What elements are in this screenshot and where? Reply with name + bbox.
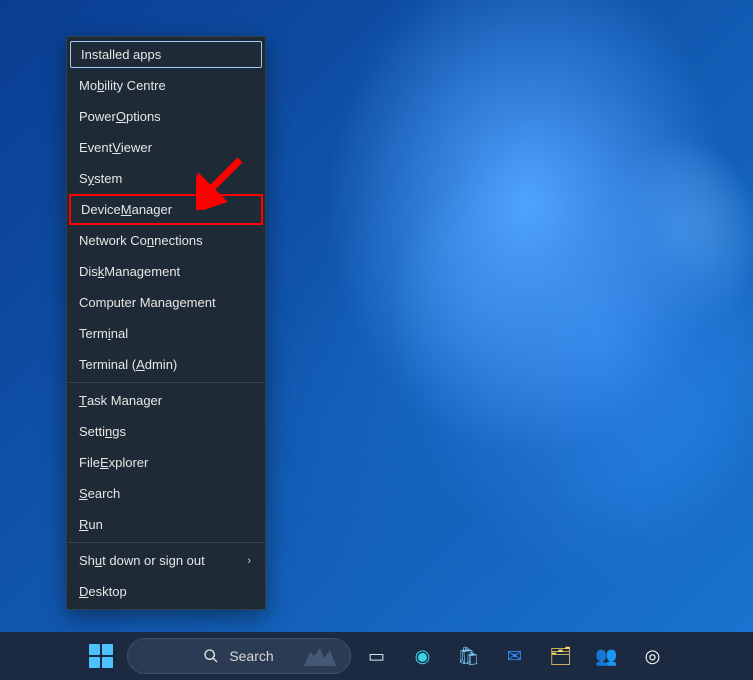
menu-item-device-manager[interactable]: Device Manager — [69, 194, 263, 225]
edge-icon: ◉ — [411, 644, 435, 668]
menu-item-accelerator: T — [79, 393, 87, 408]
menu-item-label-post: ement — [179, 295, 215, 310]
taskbar-icon-chrome[interactable]: ◎ — [633, 636, 673, 676]
menu-item-label-post: xplorer — [109, 455, 149, 470]
menu-item-label-post: esktop — [88, 584, 126, 599]
menu-item-accelerator: R — [79, 517, 88, 532]
taskbar-icon-teams[interactable]: 👥 — [587, 636, 627, 676]
menu-item-label-post: gs — [112, 424, 126, 439]
chevron-right-icon: › — [247, 555, 251, 567]
taskbar-search[interactable]: Search — [127, 638, 351, 674]
taskbar-icon-task-view[interactable]: ▭ — [357, 636, 397, 676]
taskbar-icon-outlook[interactable]: ✉ — [495, 636, 535, 676]
winx-context-menu: Installed appsMobility CentrePower Optio… — [66, 36, 266, 610]
menu-item-label-pre: Computer Mana — [79, 295, 172, 310]
menu-item-label-post: anager — [132, 202, 172, 217]
menu-item-label-post: un — [88, 517, 102, 532]
menu-item-accelerator: V — [112, 140, 121, 155]
menu-item-label-pre: Terminal ( — [79, 357, 136, 372]
microsoft-store-icon: 🛍 — [457, 644, 481, 668]
menu-item-label-post: Management — [104, 264, 180, 279]
menu-item-label-post: earch — [88, 486, 121, 501]
menu-divider — [69, 542, 263, 543]
menu-item-file-explorer[interactable]: File Explorer — [69, 447, 263, 478]
menu-item-label-pre: File — [79, 455, 100, 470]
menu-item-accelerator: n — [147, 233, 154, 248]
menu-divider — [69, 382, 263, 383]
menu-item-accelerator: S — [79, 486, 88, 501]
menu-item-event-viewer[interactable]: Event Viewer — [69, 132, 263, 163]
file-explorer-icon: 🗂 — [549, 644, 573, 668]
menu-item-accelerator: A — [136, 357, 145, 372]
menu-item-accelerator: M — [121, 202, 132, 217]
menu-item-accelerator: n — [105, 424, 112, 439]
menu-item-accelerator: u — [95, 553, 102, 568]
search-highlight-icon — [300, 642, 340, 670]
taskbar-icon-file-explorer[interactable]: 🗂 — [541, 636, 581, 676]
menu-item-settings[interactable]: Settings — [69, 416, 263, 447]
menu-item-label-post: Installed apps — [81, 47, 161, 62]
menu-item-search[interactable]: Search — [69, 478, 263, 509]
menu-item-label-post: iewer — [121, 140, 152, 155]
windows-logo-icon — [89, 644, 113, 668]
menu-item-label-post: ility Centre — [104, 78, 165, 93]
taskbar: Search ▭ ◉ 🛍 ✉ 🗂 👥 ◎ — [0, 632, 753, 680]
menu-item-label-pre: Event — [79, 140, 112, 155]
taskbar-icon-store[interactable]: 🛍 — [449, 636, 489, 676]
menu-item-label-post: t down or sign out — [102, 553, 205, 568]
menu-item-desktop[interactable]: Desktop — [69, 576, 263, 607]
menu-item-label-pre: Dis — [79, 264, 98, 279]
menu-item-network-connections[interactable]: Network Connections — [69, 225, 263, 256]
menu-item-label-pre: Term — [79, 326, 108, 341]
menu-item-installed-apps[interactable]: Installed apps — [70, 41, 262, 68]
menu-item-task-manager[interactable]: Task Manager — [69, 385, 263, 416]
menu-item-system[interactable]: System — [69, 163, 263, 194]
menu-item-label-post: stem — [94, 171, 122, 186]
menu-item-label-post: ptions — [126, 109, 161, 124]
menu-item-accelerator: b — [97, 78, 104, 93]
menu-item-mobility-centre[interactable]: Mobility Centre — [69, 70, 263, 101]
task-view-icon: ▭ — [365, 644, 389, 668]
menu-item-label-pre: Sh — [79, 553, 95, 568]
menu-item-computer-management[interactable]: Computer Management — [69, 287, 263, 318]
menu-item-run[interactable]: Run — [69, 509, 263, 540]
taskbar-search-placeholder: Search — [229, 648, 273, 664]
teams-icon: 👥 — [595, 644, 619, 668]
menu-item-power-options[interactable]: Power Options — [69, 101, 263, 132]
outlook-icon: ✉ — [503, 644, 527, 668]
menu-item-label-pre: Device — [81, 202, 121, 217]
chrome-icon: ◎ — [641, 644, 665, 668]
menu-item-label-post: dmin) — [145, 357, 178, 372]
menu-item-accelerator: E — [100, 455, 109, 470]
menu-item-accelerator: g — [172, 295, 179, 310]
menu-item-label-post: ask Manager — [87, 393, 162, 408]
menu-item-label-pre: Power — [79, 109, 116, 124]
start-button[interactable] — [81, 636, 121, 676]
menu-item-accelerator: O — [116, 109, 126, 124]
menu-item-terminal[interactable]: Terminal — [69, 318, 263, 349]
menu-item-terminal-admin[interactable]: Terminal (Admin) — [69, 349, 263, 380]
menu-item-label-pre: Network Co — [79, 233, 147, 248]
menu-item-label-pre: Setti — [79, 424, 105, 439]
menu-item-shutdown[interactable]: Shut down or sign out › — [69, 545, 263, 576]
menu-item-accelerator: D — [79, 584, 88, 599]
taskbar-icon-edge[interactable]: ◉ — [403, 636, 443, 676]
search-icon — [203, 648, 219, 664]
menu-item-label-post: nal — [111, 326, 128, 341]
menu-item-disk-management[interactable]: Disk Management — [69, 256, 263, 287]
menu-item-label-pre: Mo — [79, 78, 97, 93]
menu-item-label-post: nections — [154, 233, 202, 248]
menu-item-label-pre: S — [79, 171, 88, 186]
